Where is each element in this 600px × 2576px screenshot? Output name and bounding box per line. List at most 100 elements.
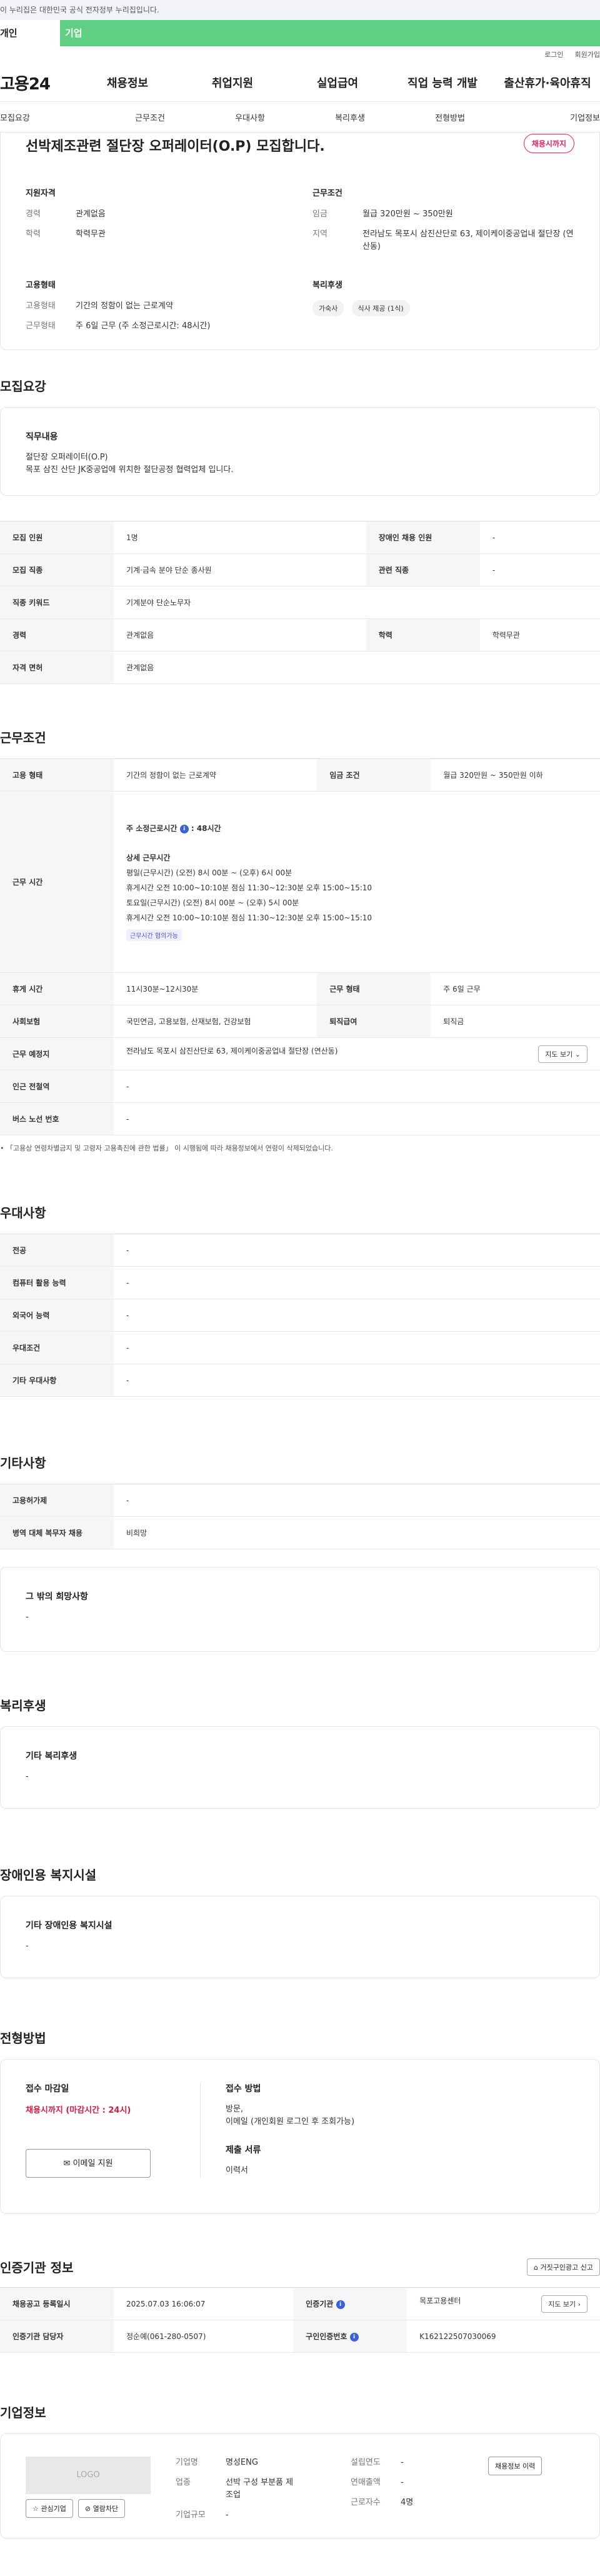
company-employees-label: 근로자수	[351, 2498, 381, 2507]
hours-negotiable-tag: 근무시간 협의가능	[126, 929, 182, 941]
table-header: 고용허가제	[0, 1484, 114, 1517]
company-industry-label: 업종	[176, 2478, 191, 2487]
table-cell: -	[114, 1070, 600, 1103]
method-line: 이메일 (개인회원 로그인 후 조회가능)	[226, 2117, 355, 2126]
table-cell: -	[114, 1234, 600, 1267]
table-header: 장애인 채용 인원	[366, 521, 480, 554]
favorite-company-button[interactable]: ☆ 관심기업	[26, 2499, 73, 2518]
subnav-process[interactable]: 전형방법	[400, 111, 500, 123]
job-description-line: 목포 삼진 산단 JK중공업에 위치한 절단공정 협력업체 입니다.	[26, 465, 234, 475]
subnav-welfare[interactable]: 복리후생	[300, 111, 400, 123]
tab-company[interactable]: 기업	[60, 20, 598, 46]
employment-group: 고용형태 고용형태 기간의 정함이 없는 근로계약 근무형태 주 6일 근무 (주 …	[26, 278, 288, 340]
job-title: 선박제조관련 절단장 오퍼레이터(O.P) 모집합니다.	[26, 139, 325, 154]
method-line: 방문,	[226, 2105, 244, 2114]
report-false-ad-label: 거짓구인광고 신고	[540, 2263, 593, 2272]
section-title-preferences: 우대사항	[0, 1205, 46, 1220]
table-header: 기타 우대사항	[0, 1364, 114, 1397]
gnb-item-parental-leave[interactable]: 출산휴가·육아휴직	[495, 74, 600, 91]
recruit-history-button[interactable]: 채용정보 이력	[488, 2457, 542, 2475]
tab-person[interactable]: 개인	[0, 20, 60, 46]
block-view-button[interactable]: ⊘ 열람차단	[78, 2499, 126, 2518]
conditions-group: 근무조건 임금 월급 320만원 ~ 350만원 지역 전라남도 목포시 삼진산단로…	[312, 186, 574, 261]
map-view-button[interactable]: 지도 보기 ⌄	[538, 1045, 588, 1063]
gnb-item-job-training[interactable]: 직업 능력 개발	[390, 74, 495, 91]
table-row: 근무 예정지 전라남도 목포시 삼진산단로 63, 제이케이중공업내 절단장 (…	[0, 1037, 600, 1070]
table-cell: 관계없음	[114, 651, 600, 684]
table-cell: 학력무관	[479, 618, 600, 652]
chevron-right-icon: ›	[578, 2300, 581, 2308]
hours-line: 휴게시간 오전 10:00~10:10분 점심 11:30~12:30분 오후 …	[126, 883, 372, 892]
table-header: 병역 대체 복무자 채용	[0, 1516, 114, 1549]
table-header: 임금 조건	[317, 758, 431, 792]
table-header: 관련 직종	[366, 553, 480, 586]
welfare-chip-meal: 식사 제공 (1식)	[351, 300, 410, 316]
table-header: 근무 형태	[317, 972, 431, 1005]
hours-line: 평일(근무시간) (오전) 8시 00분 ~ (오후) 6시 00분	[126, 868, 292, 877]
table-cell: 비희망	[114, 1516, 600, 1549]
table-header: 휴게 시간	[0, 972, 114, 1005]
table-header: 인증기관 담당자	[0, 2320, 114, 2353]
hours-line: 토요일(근무시간) (오전) 8시 00분 ~ (오후) 5시 00분	[126, 898, 299, 907]
agency-table: 채용공고 등록일시 2025.07.03 16:06:07 인증기관 i 목포고…	[0, 2287, 600, 2353]
company-sales-label: 연매출액	[351, 2478, 381, 2487]
deadline-badge: 채용시까지	[523, 134, 574, 153]
table-cell: 기계·금속 분야 단순 종사원	[114, 553, 366, 586]
email-apply-button[interactable]: ✉ 이메일 지원	[26, 2149, 151, 2178]
table-cell: 정순예(061-280-0507)	[114, 2320, 294, 2353]
cert-number-label: 구인인증번호	[306, 2332, 348, 2341]
welfare-box-text: -	[26, 1772, 29, 1781]
table-header: 자격 면허	[0, 651, 114, 684]
info-icon[interactable]: i	[179, 824, 189, 833]
recruit-table: 모집 인원 1명 장애인 채용 인원 - 모집 직종 기계·금속 분야 단순 종…	[0, 521, 600, 684]
agency-map-button[interactable]: 지도 보기 ›	[541, 2295, 588, 2313]
gnb-item-employment-support[interactable]: 취업지원	[180, 74, 285, 91]
table-row: 우대조건 -	[0, 1331, 600, 1364]
star-icon: ☆	[32, 2505, 39, 2513]
cond-region-label: 지역	[312, 229, 328, 239]
table-row: 전공 -	[0, 1234, 600, 1267]
table-cell: 1명	[114, 521, 366, 554]
table-cell: 국민연금, 고용보험, 산재보험, 건강보험	[114, 1005, 318, 1038]
cond-region-value: 전라남도 목포시 삼진산단로 63, 제이케이중공업내 절단장 (연산동)	[362, 229, 574, 251]
gnb-item-unemployment-benefit[interactable]: 실업급여	[285, 74, 390, 91]
site-logo[interactable]: 고용24	[0, 71, 75, 94]
tab-bar-fill	[598, 20, 600, 46]
section-title-conditions: 근무조건	[0, 730, 46, 745]
info-icon[interactable]: i	[349, 2332, 359, 2342]
table-row: 병역 대체 복무자 채용 비희망	[0, 1516, 600, 1549]
qualification-title: 지원자격	[26, 189, 56, 198]
job-description-line: 절단장 오퍼레이터(O.P)	[26, 453, 108, 462]
chevron-down-icon: ⌄	[574, 1050, 581, 1059]
table-row: 기타 우대사항 -	[0, 1364, 600, 1397]
subnav-recruit[interactable]: 모집요강	[0, 111, 100, 123]
disabled-facility-text: -	[26, 1941, 29, 1951]
map-view-label: 지도 보기	[545, 1050, 573, 1059]
welfare-chip-dorm: 가숙사	[312, 300, 344, 316]
table-cell: -	[479, 553, 600, 586]
qual-career-value: 관계없음	[76, 209, 106, 219]
login-link[interactable]: 로그인	[544, 46, 563, 64]
table-cell: 월급 320만원 ~ 350만원 이하	[431, 758, 600, 792]
subnav-conditions[interactable]: 근무조건	[100, 111, 200, 123]
subnav-preferences[interactable]: 우대사항	[200, 111, 300, 123]
signup-link[interactable]: 회원가입	[575, 46, 600, 64]
qual-edu-value: 학력무관	[76, 229, 106, 239]
table-header: 외국어 능력	[0, 1299, 114, 1332]
section-title-company: 기업정보	[0, 2405, 46, 2420]
table-header: 직종 키워드	[0, 586, 114, 619]
detail-subnav: 모집요강 근무조건 우대사항 복리후생 전형방법 기업정보	[0, 101, 600, 133]
company-size-label: 기업규모	[176, 2510, 206, 2520]
deadline-title: 접수 마감일	[26, 2084, 69, 2094]
info-icon[interactable]: i	[336, 2300, 345, 2309]
table-cell: 주 6일 근무	[431, 972, 600, 1005]
subnav-company[interactable]: 기업정보	[500, 111, 600, 123]
gnb-item-jobs[interactable]: 채용정보	[75, 74, 180, 91]
report-false-ad-button[interactable]: ⌂ 거짓구인광고 신고	[527, 2258, 600, 2276]
bullet-icon: •	[0, 1144, 4, 1152]
table-header: 퇴직급여	[317, 1005, 431, 1038]
table-row: 모집 인원 1명 장애인 채용 인원 -	[0, 521, 600, 554]
table-row: 모집 직종 기계·금속 분야 단순 종사원 관련 직종 -	[0, 553, 600, 586]
table-row: 버스 노선 번호 -	[0, 1102, 600, 1135]
company-actions: 채용정보 이력	[488, 2457, 547, 2515]
